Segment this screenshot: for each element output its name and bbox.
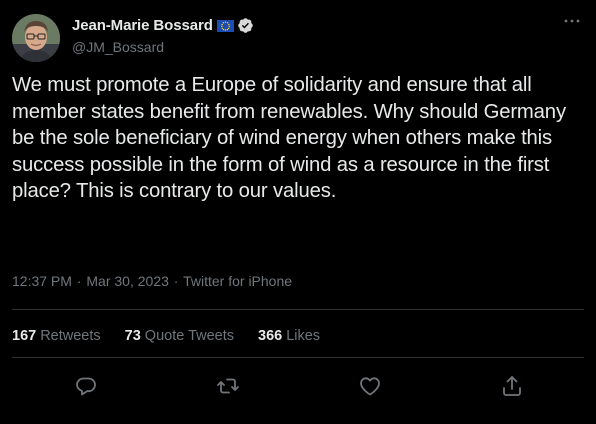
tweet-source[interactable]: Twitter for iPhone <box>183 273 292 289</box>
author-display-name[interactable]: Jean-Marie Bossard <box>72 17 213 34</box>
divider <box>12 309 584 310</box>
engagement-stats: 167 Retweets 73 Quote Tweets 366 Likes <box>12 328 344 344</box>
author-name-row: Jean-Marie Bossard <box>72 15 254 35</box>
tweet-text: We must promote a Europe of solidarity a… <box>12 74 566 202</box>
verified-badge-icon[interactable] <box>237 17 254 34</box>
quote-tweets-label: Quote Tweets <box>144 328 234 344</box>
like-icon[interactable] <box>358 374 382 398</box>
avatar[interactable] <box>12 14 60 62</box>
retweets-stat[interactable]: 167 Retweets <box>12 328 101 344</box>
tweet-card: Jean-Marie Bossard @JM_Bossard We must p… <box>0 0 596 424</box>
divider <box>12 357 584 358</box>
tweet-meta: 12:37 PM · Mar 30, 2023 · Twitter for iP… <box>12 273 292 289</box>
reply-icon[interactable] <box>74 374 98 398</box>
tweet-actions <box>0 374 596 398</box>
likes-count: 366 <box>258 328 283 344</box>
retweet-icon[interactable] <box>216 374 240 398</box>
share-icon[interactable] <box>500 374 524 398</box>
meta-separator: · <box>76 273 82 289</box>
retweets-label: Retweets <box>40 328 101 344</box>
likes-label: Likes <box>286 328 321 344</box>
quote-tweets-stat[interactable]: 73 Quote Tweets <box>125 328 234 344</box>
author-handle[interactable]: @JM_Bossard <box>72 39 164 55</box>
eu-flag-icon <box>216 19 234 32</box>
quote-tweets-count: 73 <box>124 328 141 344</box>
likes-stat[interactable]: 366 Likes <box>258 328 320 344</box>
tweet-date[interactable]: Mar 30, 2023 <box>86 273 169 289</box>
more-options-icon[interactable] <box>562 13 582 29</box>
tweet-time[interactable]: 12:37 PM <box>12 273 72 289</box>
meta-separator: · <box>173 273 179 289</box>
retweets-count: 167 <box>12 328 37 344</box>
